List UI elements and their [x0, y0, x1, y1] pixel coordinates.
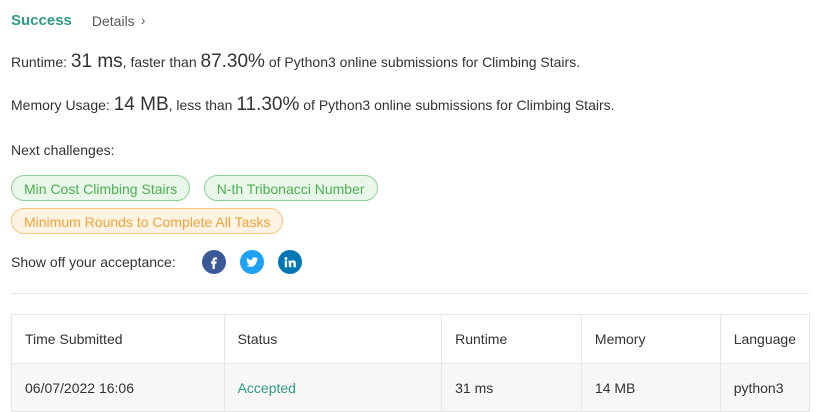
- challenge-tag-nth-tribonacci-number[interactable]: N-th Tribonacci Number: [203, 175, 378, 201]
- result-header: Success Details ›: [11, 11, 146, 30]
- share-section: Show off your acceptance:: [11, 250, 316, 274]
- memory-mid: , less than: [168, 97, 233, 113]
- chevron-right-icon: ›: [140, 11, 146, 28]
- memory-label: Memory Usage:: [11, 97, 110, 113]
- cell-memory: 14 MB: [580, 363, 721, 412]
- section-divider: [11, 293, 810, 294]
- column-header-status: Status: [223, 314, 443, 364]
- share-icons: [201, 250, 316, 274]
- submissions-table: Time Submitted Status Runtime Memory Lan…: [11, 314, 811, 412]
- details-label: Details: [91, 12, 135, 29]
- details-link[interactable]: Details ›: [91, 11, 146, 29]
- status-accepted-link[interactable]: Accepted: [238, 380, 296, 396]
- table-row: 06/07/2022 16:06 Accepted 31 ms 14 MB py…: [11, 363, 811, 412]
- column-header-time-submitted: Time Submitted: [11, 314, 225, 364]
- memory-suffix: of Python3 online submissions for Climbi…: [303, 97, 615, 113]
- linkedin-icon[interactable]: [277, 250, 302, 274]
- memory-value: 14 MB: [113, 94, 169, 115]
- cell-status: Accepted: [223, 363, 443, 412]
- cell-runtime: 31 ms: [441, 363, 582, 412]
- runtime-percent: 87.30%: [200, 51, 265, 72]
- memory-percent: 11.30%: [236, 94, 300, 115]
- challenge-tags-row-2: Minimum Rounds to Complete All Tasks: [11, 208, 284, 234]
- challenge-tag-minimum-rounds[interactable]: Minimum Rounds to Complete All Tasks: [11, 208, 284, 234]
- submission-result-page: Success Details › Runtime: 31 ms, faster…: [0, 0, 820, 412]
- share-label: Show off your acceptance:: [11, 254, 176, 270]
- runtime-suffix: of Python3 online submissions for Climbi…: [268, 54, 581, 70]
- runtime-stat: Runtime: 31 ms, faster than 87.30% of Py…: [11, 51, 580, 73]
- challenge-tags-row-1: Min Cost Climbing Stairs N-th Tribonacci…: [11, 175, 378, 201]
- next-challenges-label: Next challenges:: [11, 142, 115, 158]
- runtime-label: Runtime:: [11, 54, 68, 70]
- table-header-row: Time Submitted Status Runtime Memory Lan…: [11, 314, 811, 364]
- runtime-value: 31 ms: [70, 51, 123, 72]
- runtime-mid: , faster than: [122, 54, 197, 70]
- success-status: Success: [11, 12, 72, 29]
- column-header-runtime: Runtime: [441, 314, 582, 364]
- twitter-icon[interactable]: [239, 250, 264, 274]
- memory-stat: Memory Usage: 14 MB, less than 11.30% of…: [11, 94, 615, 116]
- challenge-tag-min-cost-climbing-stairs[interactable]: Min Cost Climbing Stairs: [11, 175, 191, 201]
- column-header-language: Language: [719, 314, 811, 364]
- cell-language: python3: [719, 363, 811, 412]
- facebook-icon[interactable]: [201, 250, 226, 274]
- column-header-memory: Memory: [580, 314, 721, 364]
- cell-time-submitted: 06/07/2022 16:06: [11, 363, 225, 412]
